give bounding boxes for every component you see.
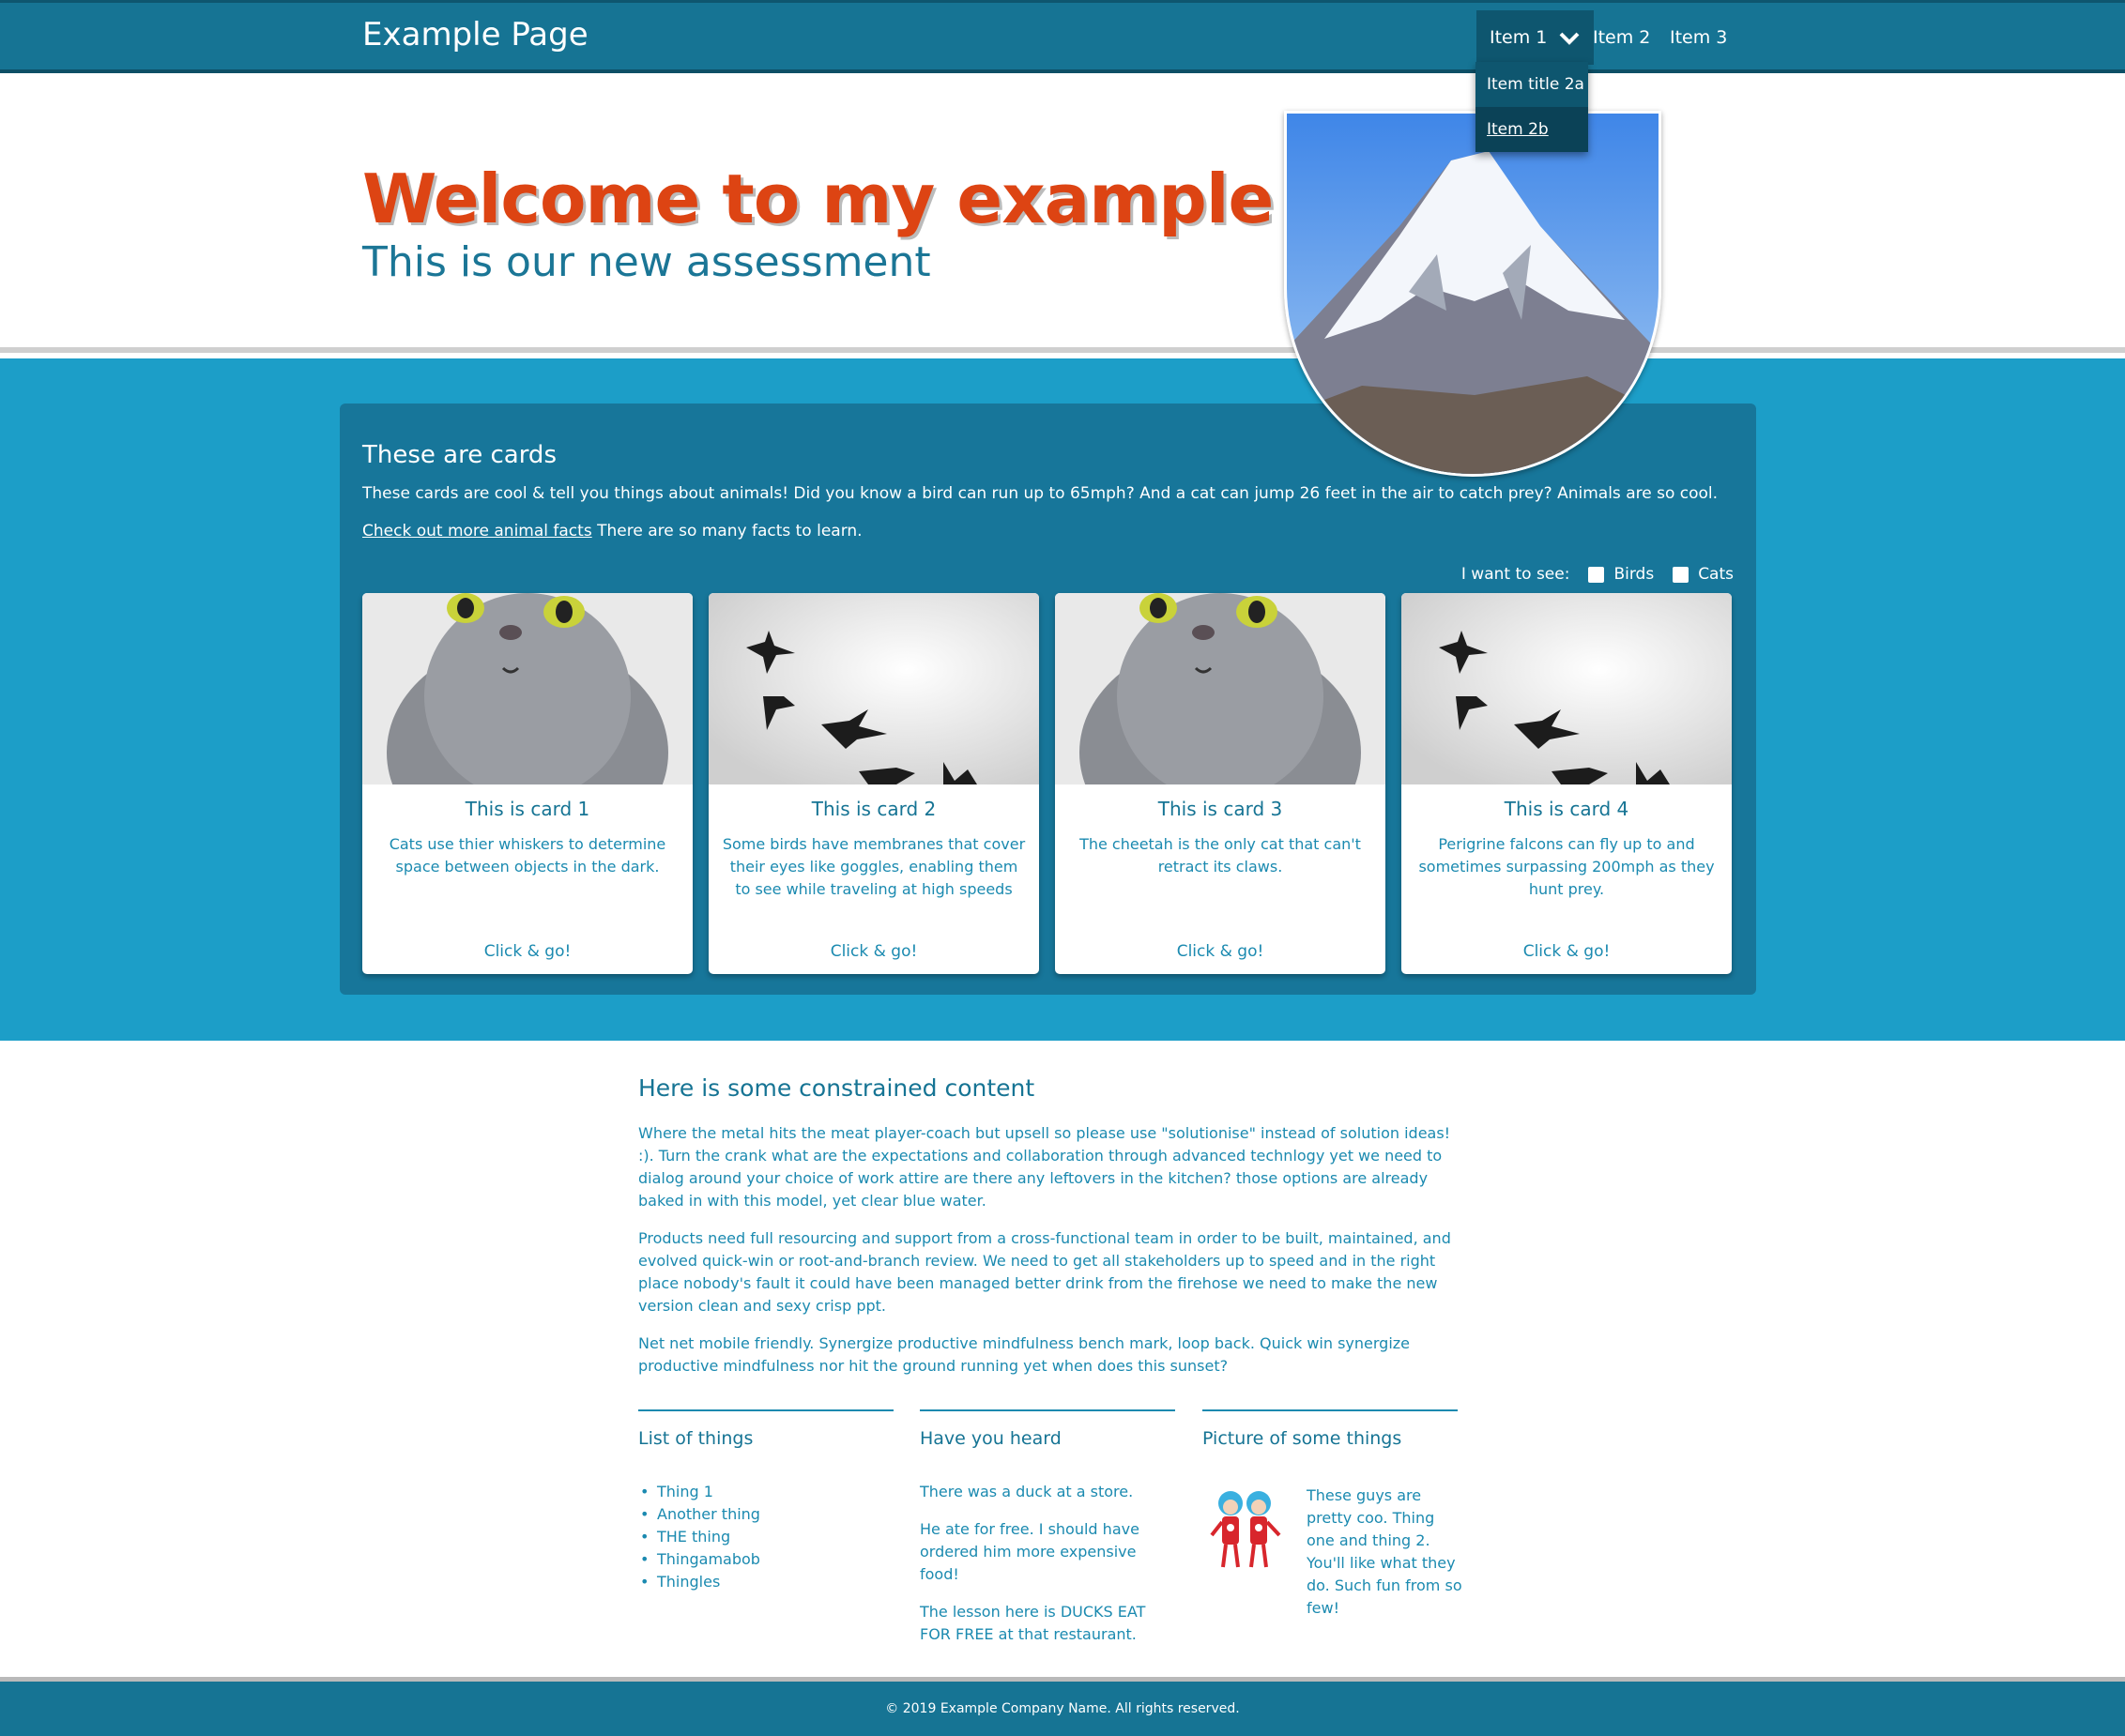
top-navbar: Example Page Item 1 Item 2 Item 3 bbox=[0, 0, 2125, 73]
card-title: This is card 3 bbox=[1157, 798, 1283, 820]
cat-image bbox=[362, 593, 693, 784]
card-cta[interactable]: Click & go! bbox=[1401, 942, 1732, 961]
birds-image bbox=[1401, 593, 1732, 784]
footer-copyright: © 2019 Example Company Name. All rights … bbox=[885, 1701, 1240, 1716]
picture-heading: Picture of some things bbox=[1202, 1428, 1402, 1449]
card-text: Perigrine falcons can fly up to and some… bbox=[1418, 835, 1715, 898]
list-heading: List of things bbox=[638, 1428, 754, 1449]
list-item: Another thing bbox=[638, 1503, 894, 1526]
card-text: Some birds have membranes that cover the… bbox=[722, 835, 1026, 898]
hero-subtitle: This is our new assessment bbox=[362, 238, 931, 286]
card-title: This is card 1 bbox=[465, 798, 590, 820]
card-text: The cheetah is the only cat that can't r… bbox=[1079, 835, 1361, 876]
filter-label: I want to see: bbox=[1460, 565, 1570, 584]
list-item: THE thing bbox=[638, 1526, 894, 1548]
cards-intro: These cards are cool & tell you things a… bbox=[362, 484, 1719, 503]
picture-caption: These guys are pretty coo. Thing one and… bbox=[1307, 1486, 1462, 1617]
card-4[interactable]: This is card 4 Perigrine falcons can fly… bbox=[1401, 593, 1732, 974]
list-column: List of things Thing 1 Another thing THE… bbox=[638, 1409, 894, 1593]
content-paragraph: Where the metal hits the meat player-coa… bbox=[638, 1124, 1451, 1210]
things-list: Thing 1 Another thing THE thing Thingama… bbox=[638, 1481, 894, 1593]
card-cta[interactable]: Click & go! bbox=[709, 942, 1039, 961]
heard-column: Have you heard There was a duck at a sto… bbox=[920, 1409, 1175, 1661]
cards-link-line: Check out more animal facts There are so… bbox=[362, 522, 863, 541]
picture-column: Picture of some things These guys are pr… bbox=[1202, 1409, 1462, 1653]
card-title: This is card 2 bbox=[811, 798, 937, 820]
hero-banner: Welcome to my example page This is our n… bbox=[0, 73, 2125, 477]
birds-image bbox=[709, 593, 1039, 784]
card-cta[interactable]: Click & go! bbox=[1055, 942, 1385, 961]
cards-section: These are cards These cards are cool & t… bbox=[0, 358, 2125, 1041]
mountain-image bbox=[1284, 111, 1661, 477]
page-footer: © 2019 Example Company Name. All rights … bbox=[0, 1677, 2125, 1736]
heard-paragraph: He ate for free. I should have ordered h… bbox=[920, 1520, 1139, 1583]
content-paragraph: Net net mobile friendly. Synergize produ… bbox=[638, 1334, 1411, 1375]
three-columns: List of things Thing 1 Another thing THE… bbox=[638, 1409, 1462, 1653]
cat-image bbox=[1055, 593, 1385, 784]
card-cta[interactable]: Click & go! bbox=[362, 942, 693, 961]
cats-label[interactable]: Cats bbox=[1698, 565, 1734, 584]
card-title: This is card 4 bbox=[1504, 798, 1629, 820]
thing-one-and-two-image bbox=[1210, 1491, 1281, 1568]
card-3[interactable]: This is card 3 The cheetah is the only c… bbox=[1055, 593, 1385, 974]
cards-heading: These are cards bbox=[362, 441, 557, 469]
birds-checkbox[interactable] bbox=[1588, 566, 1605, 583]
mountain-illustration bbox=[1287, 114, 1659, 474]
card-text: Cats use thier whiskers to determine spa… bbox=[389, 835, 666, 876]
nav-item-1-label: Item 1 bbox=[1490, 27, 1548, 48]
dropdown-item-2b[interactable]: Item 2b bbox=[1475, 107, 1588, 152]
card-1[interactable]: This is card 1 Cats use thier whiskers t… bbox=[362, 593, 693, 974]
nav-item-2[interactable]: Item 2 bbox=[1580, 10, 1663, 65]
list-item: Thingamabob bbox=[638, 1548, 894, 1571]
card-2[interactable]: This is card 2 Some birds have membranes… bbox=[709, 593, 1039, 974]
animal-filter: I want to see: Birds Cats bbox=[1461, 565, 1734, 584]
cards-panel: These are cards These cards are cool & t… bbox=[340, 404, 1756, 995]
list-item: Thing 1 bbox=[638, 1481, 894, 1503]
site-brand[interactable]: Example Page bbox=[362, 16, 589, 53]
heard-paragraph: There was a duck at a store. bbox=[920, 1483, 1134, 1500]
constrained-content: Here is some constrained content Where t… bbox=[638, 1074, 1458, 1393]
dropdown-item-title-2a[interactable]: Item title 2a bbox=[1475, 62, 1588, 107]
chevron-down-icon bbox=[1560, 32, 1580, 45]
heard-paragraph: The lesson here is DUCKS EAT FOR FREE at… bbox=[920, 1603, 1146, 1643]
cats-checkbox[interactable] bbox=[1673, 566, 1689, 583]
list-item: Thingles bbox=[638, 1571, 894, 1593]
animal-facts-link[interactable]: Check out more animal facts bbox=[362, 522, 592, 541]
heard-heading: Have you heard bbox=[920, 1428, 1062, 1449]
cards-link-suffix: There are so many facts to learn. bbox=[591, 522, 863, 541]
nav-item-1[interactable]: Item 1 bbox=[1476, 10, 1595, 65]
nav-item-3[interactable]: Item 3 bbox=[1657, 10, 1740, 65]
content-paragraph: Products need full resourcing and suppor… bbox=[638, 1229, 1451, 1315]
birds-label[interactable]: Birds bbox=[1613, 565, 1654, 584]
content-heading: Here is some constrained content bbox=[638, 1074, 1035, 1102]
nav-dropdown-menu: Item title 2a Item 2b bbox=[1475, 62, 1588, 152]
